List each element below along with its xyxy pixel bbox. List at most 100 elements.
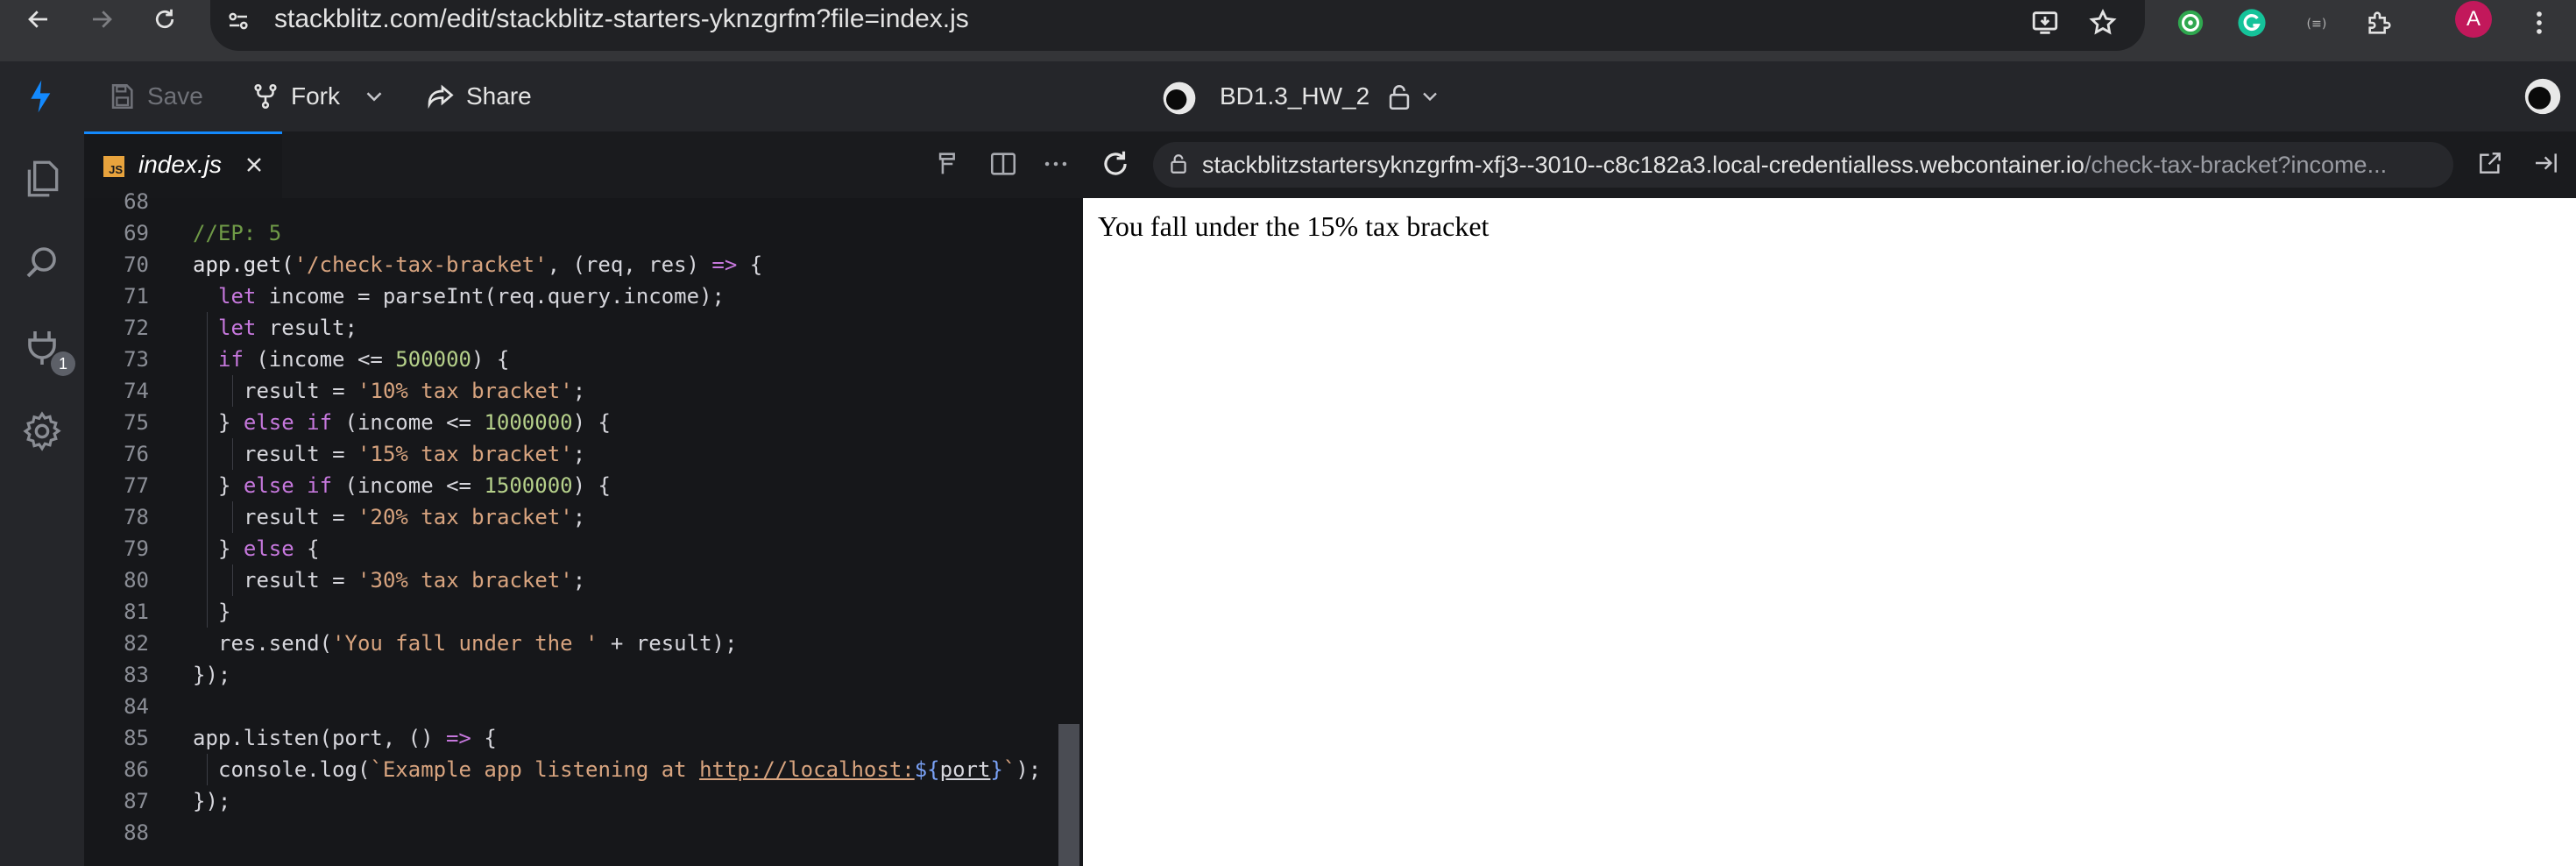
settings-gear-icon[interactable] [16, 405, 68, 458]
line-number: 72 [124, 316, 149, 340]
code-line-76: result = '15% tax bracket'; [244, 438, 585, 470]
code-token: res.send( [218, 631, 333, 656]
code-string: `Example app listening at [370, 757, 700, 782]
code-template-delimiter: } [990, 757, 1003, 782]
extensions-puzzle-icon[interactable] [2360, 4, 2399, 42]
line-number: 84 [124, 694, 149, 719]
extension-circle-icon[interactable] [2171, 4, 2210, 42]
code-token: result = [244, 442, 358, 466]
url-path: /edit/stackblitz-starters-yknzgrfm?file=… [439, 4, 969, 33]
code-line-78: result = '20% tax bracket'; [244, 501, 585, 533]
preview-lock-icon [1167, 153, 1192, 177]
more-vert-icon[interactable] [2520, 4, 2558, 42]
stackblitz-logo-icon[interactable] [25, 77, 63, 116]
fork-label: Fork [291, 82, 340, 110]
code-string: '10% tax bracket' [357, 379, 573, 403]
line-number: 82 [124, 631, 149, 656]
indent-guide [232, 501, 233, 533]
tab-label[interactable]: index.js [138, 149, 222, 181]
code-template-variable: port [939, 757, 991, 782]
code-link[interactable]: http://localhost: [699, 757, 915, 782]
code-token: } [218, 536, 244, 561]
editor-scrollbar[interactable] [1058, 724, 1079, 866]
code-token: app.listen(port, () [193, 726, 446, 750]
back-icon[interactable] [16, 0, 61, 42]
preview-response-text: You fall under the 15% tax bracket [1098, 210, 1490, 242]
code-line-77: } else if (income <= 1500000) { [218, 470, 611, 501]
code-string: ` [1002, 757, 1016, 782]
code-line-85: app.listen(port, () => { [193, 722, 497, 754]
line-number: 88 [124, 820, 149, 845]
open-in-new-tab-icon[interactable] [2476, 149, 2508, 181]
line-number: 77 [124, 473, 149, 498]
code-string: '/check-tax-bracket' [294, 252, 548, 277]
line-number: 76 [124, 442, 149, 466]
site-info-icon[interactable] [221, 4, 256, 39]
code-token: ) { [572, 473, 611, 498]
code-line-75: } else if (income <= 1000000) { [218, 407, 611, 438]
line-number: 86 [124, 757, 149, 782]
bookmark-star-icon[interactable] [2084, 4, 2122, 42]
line-number: 69 [124, 221, 149, 245]
reload-icon[interactable] [142, 0, 188, 42]
collapse-preview-icon[interactable] [2532, 149, 2564, 181]
save-button[interactable]: Save [107, 77, 203, 116]
share-button[interactable]: Share [424, 77, 532, 116]
split-editor-icon[interactable] [988, 149, 1020, 181]
profile-avatar[interactable]: A [2455, 1, 2492, 38]
more-horizontal-icon[interactable] [1041, 149, 1072, 181]
files-icon[interactable] [16, 153, 68, 205]
code-token: } [218, 600, 231, 624]
address-bar-url[interactable]: stackblitz.com/edit/stackblitz-starters-… [274, 0, 969, 39]
code-keyword: => [711, 252, 738, 277]
code-token: + result); [598, 631, 738, 656]
svg-text:(≡): (≡) [2307, 18, 2327, 32]
grammarly-icon[interactable] [2233, 4, 2271, 42]
code-token: console.log( [218, 757, 371, 782]
code-token: ; [572, 442, 586, 466]
code-keyword: => [445, 726, 471, 750]
code-line-87: }); [193, 785, 230, 817]
code-token: (income <= [332, 410, 485, 435]
code-template-delimiter: ${ [914, 757, 940, 782]
indent-guide [232, 438, 233, 470]
code-token: ; [572, 568, 586, 593]
visibility-chevron-icon[interactable] [1418, 84, 1442, 109]
code-line-73: if (income <= 500000) { [218, 344, 509, 375]
share-icon [428, 84, 454, 110]
fork-dropdown-chevron-icon[interactable] [361, 77, 387, 116]
project-name[interactable]: BD1.3_HW_2 [1220, 79, 1369, 114]
line-number: 73 [124, 347, 149, 372]
preview-url[interactable]: stackblitzstartersyknzgrfm-xfj3--3010--c… [1202, 147, 2387, 182]
code-string: '30% tax bracket' [357, 568, 573, 593]
code-line-74: result = '10% tax bracket'; [244, 375, 585, 407]
project-avatar-icon[interactable] [1162, 81, 1197, 116]
lock-icon[interactable] [1384, 82, 1414, 112]
line-number: 79 [124, 536, 149, 561]
format-code-icon[interactable] [934, 149, 966, 181]
code-number: 1000000 [484, 410, 573, 435]
line-number: 74 [124, 379, 149, 403]
fork-button[interactable]: Fork [251, 77, 340, 116]
code-token: app.get( [193, 252, 294, 277]
line-number: 68 [124, 189, 149, 214]
user-avatar-icon[interactable] [2523, 77, 2562, 116]
extension-pill-icon[interactable]: (≡) [2297, 4, 2336, 42]
code-string: '20% tax bracket' [357, 505, 573, 529]
code-keyword: else if [243, 473, 333, 498]
code-token: } [218, 410, 244, 435]
indent-guide [232, 375, 233, 407]
line-number: 80 [124, 568, 149, 593]
code-token: ) { [572, 410, 611, 435]
line-number: 78 [124, 505, 149, 529]
search-icon[interactable] [16, 237, 68, 289]
preview-reload-icon[interactable] [1099, 147, 1134, 182]
code-token: ) { [471, 347, 510, 372]
install-app-icon[interactable] [2026, 4, 2064, 42]
code-line-72: let result; [218, 312, 357, 344]
close-icon[interactable] [240, 151, 268, 179]
forward-icon[interactable] [79, 0, 124, 42]
code-line-69: //EP: 5 [193, 217, 281, 249]
code-number: 500000 [395, 347, 471, 372]
code-token: ; [572, 505, 586, 529]
